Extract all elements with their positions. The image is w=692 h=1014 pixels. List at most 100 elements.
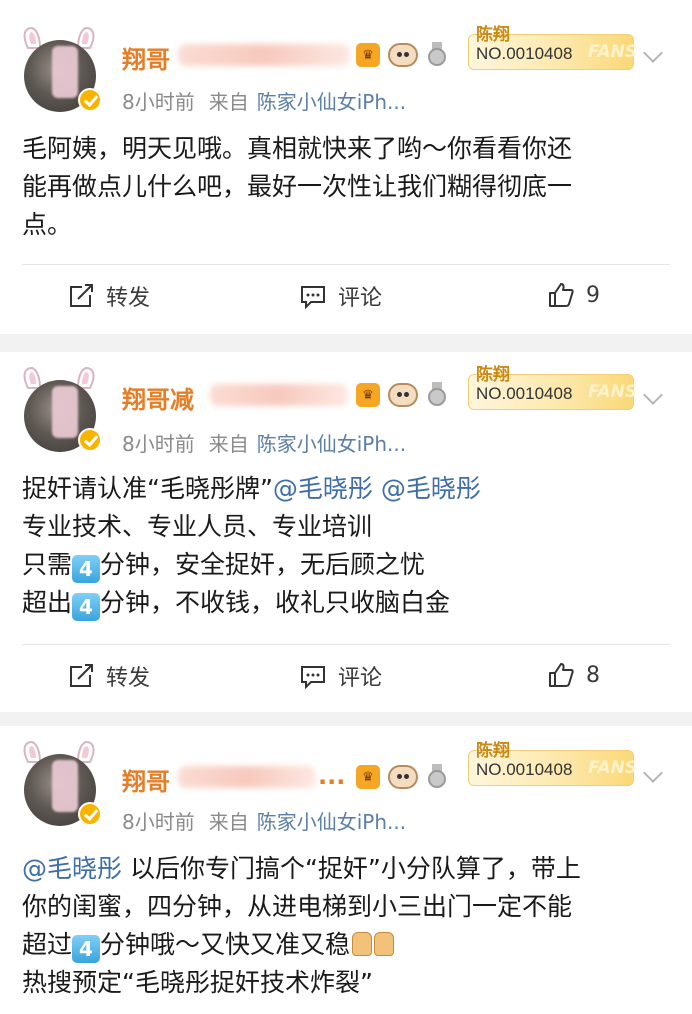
share-label: 转发 — [106, 666, 151, 691]
share-button[interactable]: 转发 — [66, 280, 150, 312]
fans-card-number: NO.0010408 — [476, 760, 573, 779]
content-line: 只需 4 分钟，安全捉奸，无后顾之忧 — [22, 546, 672, 584]
chevron-down-icon[interactable] — [643, 385, 663, 405]
avatar[interactable] — [16, 366, 102, 458]
post-content: @毛晓彤 以后你专门搞个“捉奸”小分队算了，带上 你的闺蜜，四分钟，从进电梯到小三… — [22, 850, 672, 1002]
fans-card[interactable]: 陈翔 NO.0010408 FANS — [468, 20, 638, 72]
from-label: 来自 — [208, 810, 249, 834]
like-count: 9 — [586, 282, 600, 308]
medal-badge-icon — [426, 382, 448, 408]
username[interactable]: 翔哥减 — [122, 380, 194, 415]
fans-card-owner: 陈翔 — [476, 365, 510, 385]
like-button[interactable]: 8 — [546, 660, 600, 690]
cartoon-face-badge-icon — [388, 765, 418, 789]
redacted-name — [210, 384, 348, 406]
share-icon — [70, 284, 93, 307]
user-badges: ♛ — [356, 764, 448, 790]
content-line: 热搜预定“毛晓彤捉奸技术炸裂” — [22, 964, 672, 1002]
content-text: 点。 — [22, 210, 73, 239]
mention-link[interactable]: @毛晓彤 — [22, 854, 122, 883]
divider — [22, 644, 670, 645]
fans-card[interactable]: 陈翔 NO.0010408 FANS — [468, 360, 638, 412]
fans-card-watermark: FANS — [588, 42, 638, 62]
weibo-post-2: 翔哥减 ♛ 陈翔 NO.0010408 FANS 8小时前 来自 陈家小仙女iPh.… — [0, 352, 692, 712]
mention-link[interactable]: @毛晓彤 — [381, 474, 481, 503]
content-line: 点。 — [22, 206, 672, 244]
cartoon-face-badge-icon — [388, 43, 418, 67]
share-label: 转发 — [106, 286, 151, 311]
post-time: 8小时前 — [122, 90, 195, 114]
thumbs-up-icon — [549, 283, 574, 307]
action-bar: 转发 评论 9 — [0, 280, 692, 320]
share-button[interactable]: 转发 — [66, 660, 150, 692]
content-line: @毛晓彤 以后你专门搞个“捉奸”小分队算了，带上 — [22, 850, 672, 888]
medal-badge-icon — [426, 764, 448, 790]
comment-button[interactable]: 评论 — [298, 280, 382, 312]
content-text: 毛阿姨，明天见哦。真相就快来了哟～你看看你还 — [22, 134, 573, 163]
member-crown-icon: ♛ — [356, 765, 380, 789]
content-line: 超过 4 分钟哦～又快又准又稳 — [22, 926, 672, 964]
avatar[interactable] — [16, 26, 102, 118]
content-text: 能再做点儿什么吧，最好一次性让我们糊得彻底一 — [22, 172, 573, 201]
post-source[interactable]: 陈家小仙女iPh... — [257, 810, 406, 834]
verified-badge-icon — [78, 802, 102, 826]
avatar[interactable] — [16, 740, 102, 832]
comment-label: 评论 — [338, 286, 383, 311]
number-emoji-icon: 4 — [72, 935, 101, 963]
fans-card[interactable]: 陈翔 NO.0010408 FANS — [468, 736, 638, 788]
content-text: 超出 — [22, 588, 73, 617]
share-icon — [70, 664, 93, 687]
fans-card-watermark: FANS — [588, 758, 638, 778]
post-meta: 8小时前 来自 陈家小仙女iPh... — [122, 428, 406, 457]
content-line: 能再做点儿什么吧，最好一次性让我们糊得彻底一 — [22, 168, 672, 206]
content-text: 以后你专门搞个“捉奸”小分队算了，带上 — [122, 854, 581, 883]
like-button[interactable]: 9 — [546, 280, 600, 310]
username[interactable]: 翔哥 — [122, 40, 170, 75]
like-count: 8 — [586, 662, 600, 688]
cartoon-face-badge-icon — [388, 383, 418, 407]
fans-card-owner: 陈翔 — [476, 25, 510, 45]
mention-link[interactable]: @毛晓彤 — [273, 474, 373, 503]
content-text — [373, 474, 381, 503]
chevron-down-icon[interactable] — [643, 43, 663, 63]
thumbs-up-emoji-icon — [374, 932, 395, 956]
content-text: 分钟，安全捉奸，无后顾之忧 — [100, 550, 426, 579]
user-badges: ♛ — [356, 382, 448, 408]
number-emoji-icon: 4 — [72, 593, 101, 621]
post-source[interactable]: 陈家小仙女iPh... — [257, 432, 406, 456]
fans-card-watermark: FANS — [588, 382, 638, 402]
content-line: 毛阿姨，明天见哦。真相就快来了哟～你看看你还 — [22, 130, 672, 168]
comment-icon — [301, 666, 325, 690]
verified-badge-icon — [78, 88, 102, 112]
content-text: 分钟哦～又快又准又稳 — [100, 930, 351, 959]
action-bar: 转发 评论 8 — [0, 660, 692, 700]
post-meta: 8小时前 来自 陈家小仙女iPh... — [122, 86, 406, 115]
user-badges: ♛ — [356, 42, 448, 68]
divider — [22, 264, 670, 265]
number-emoji-icon: 4 — [72, 555, 101, 583]
fans-card-number: NO.0010408 — [476, 44, 573, 63]
fans-card-number: NO.0010408 — [476, 384, 573, 403]
comment-icon — [301, 286, 325, 310]
comment-button[interactable]: 评论 — [298, 660, 382, 692]
post-source[interactable]: 陈家小仙女iPh... — [257, 90, 406, 114]
chevron-down-icon[interactable] — [643, 763, 663, 783]
username-ellipsis: ... — [318, 762, 346, 790]
weibo-post-1: 翔哥 ♛ 陈翔 NO.0010408 FANS 8小时前 来自 陈家小仙女iPh..… — [0, 0, 692, 334]
content-line: 捉奸请认准“毛晓彤牌”@毛晓彤 @毛晓彤 — [22, 470, 672, 508]
content-line: 超出 4 分钟，不收钱，收礼只收脑白金 — [22, 584, 672, 622]
from-label: 来自 — [208, 90, 249, 114]
username[interactable]: 翔哥 — [122, 762, 170, 797]
content-text: 专业技术、专业人员、专业培训 — [22, 512, 373, 541]
comment-label: 评论 — [338, 666, 383, 691]
thumbs-up-emoji-icon — [352, 932, 373, 956]
post-time: 8小时前 — [122, 432, 195, 456]
post-content: 毛阿姨，明天见哦。真相就快来了哟～你看看你还 能再做点儿什么吧，最好一次性让我们糊… — [22, 130, 672, 244]
thumbs-up-icon — [549, 663, 574, 687]
content-text: 分钟，不收钱，收礼只收脑白金 — [100, 588, 451, 617]
post-time: 8小时前 — [122, 810, 195, 834]
redacted-name — [178, 44, 350, 66]
content-text: 只需 — [22, 550, 73, 579]
medal-badge-icon — [426, 42, 448, 68]
content-text: 超过 — [22, 930, 73, 959]
